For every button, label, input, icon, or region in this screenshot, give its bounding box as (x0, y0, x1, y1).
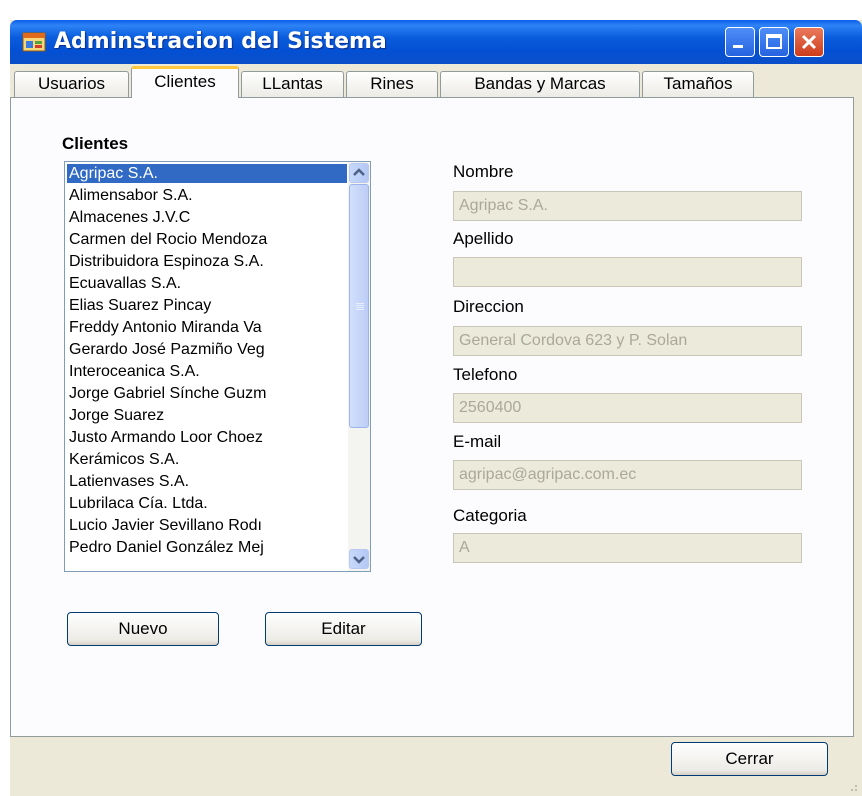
resize-grip-icon[interactable] (846, 780, 858, 792)
chevron-up-icon (353, 168, 365, 176)
nombre-label: Nombre (453, 162, 514, 181)
app-window-icon (22, 31, 46, 53)
chevron-down-icon (353, 556, 365, 564)
tab-rines[interactable]: Rines (346, 71, 438, 97)
email-label: E-mail (453, 432, 502, 451)
tab-strip: Usuarios Clientes LLantas Rines Bandas y… (10, 64, 862, 98)
list-item[interactable]: Jorge Suarez (67, 406, 347, 425)
list-item[interactable]: Ecuavallas S.A. (67, 274, 347, 293)
cerrar-button[interactable]: Cerrar (671, 742, 828, 776)
list-item[interactable]: Latienvases S.A. (67, 472, 347, 491)
categoria-label: Categoria (453, 506, 527, 525)
maximize-icon (766, 34, 782, 49)
clientes-listbox[interactable]: Agripac S.A. Alimensabor S.A. Almacenes J.… (64, 161, 371, 572)
telefono-field[interactable]: 2560400 (453, 393, 802, 423)
list-item[interactable]: Elias Suarez Pincay (67, 296, 347, 315)
list-item[interactable]: Lubrilaca Cía. Ltda. (67, 494, 347, 513)
maximize-button[interactable] (759, 27, 789, 57)
tab-llantas[interactable]: LLantas (241, 71, 344, 97)
list-item[interactable]: Pedro Daniel González Mej (67, 538, 347, 557)
tab-tamanos[interactable]: Tamaños (642, 71, 754, 97)
editar-button[interactable]: Editar (265, 612, 422, 646)
clientes-section-title: Clientes (62, 134, 129, 153)
scroll-up-button[interactable] (349, 163, 369, 183)
vertical-scrollbar[interactable] (348, 162, 370, 571)
list-item[interactable]: Jorge Gabriel Sínche Guzm (67, 384, 347, 403)
tab-usuarios[interactable]: Usuarios (14, 71, 129, 97)
direccion-label: Direccion (453, 297, 524, 316)
list-item[interactable]: Carmen del Rocio Mendoza (67, 230, 347, 249)
telefono-label: Telefono (453, 365, 518, 384)
email-field[interactable]: agripac@agripac.com.ec (453, 460, 802, 490)
list-item[interactable]: Gerardo José Pazmiño Veg (67, 340, 347, 359)
tab-bandas-y-marcas[interactable]: Bandas y Marcas (440, 71, 640, 97)
minimize-button[interactable] (725, 27, 755, 57)
title-bar[interactable]: Adminstracion del Sistema (10, 20, 862, 64)
list-item[interactable]: Distribuidora Espinoza S.A. (67, 252, 347, 271)
nombre-field[interactable]: Agripac S.A. (453, 191, 802, 221)
apellido-field[interactable] (453, 257, 802, 287)
window-title: Adminstracion del Sistema (54, 29, 387, 54)
list-item[interactable]: Lucio Javier Sevillano Rodı (67, 516, 347, 535)
close-icon (801, 34, 817, 50)
tab-clientes[interactable]: Clientes (131, 66, 239, 98)
direccion-field[interactable]: General Cordova 623 y P. Solan (453, 326, 802, 356)
list-item[interactable]: Kerámicos S.A. (67, 450, 347, 469)
categoria-field[interactable]: A (453, 533, 802, 563)
main-window: Adminstracion del Sistema Usuarios Clien… (10, 20, 862, 796)
minimize-icon (733, 45, 743, 48)
list-item[interactable]: Justo Armando Loor Choez (67, 428, 347, 447)
scroll-thumb[interactable] (349, 184, 369, 428)
list-item[interactable]: Freddy Antonio Miranda Va (67, 318, 347, 337)
list-item[interactable]: Interoceanica S.A. (67, 362, 347, 381)
list-item[interactable]: Alimensabor S.A. (67, 186, 347, 205)
nuevo-button[interactable]: Nuevo (67, 612, 219, 646)
close-button[interactable] (794, 27, 824, 57)
scroll-down-button[interactable] (349, 549, 369, 569)
apellido-label: Apellido (453, 229, 514, 248)
list-item[interactable]: Almacenes J.V.C (67, 208, 347, 227)
list-item[interactable]: Agripac S.A. (67, 164, 347, 183)
